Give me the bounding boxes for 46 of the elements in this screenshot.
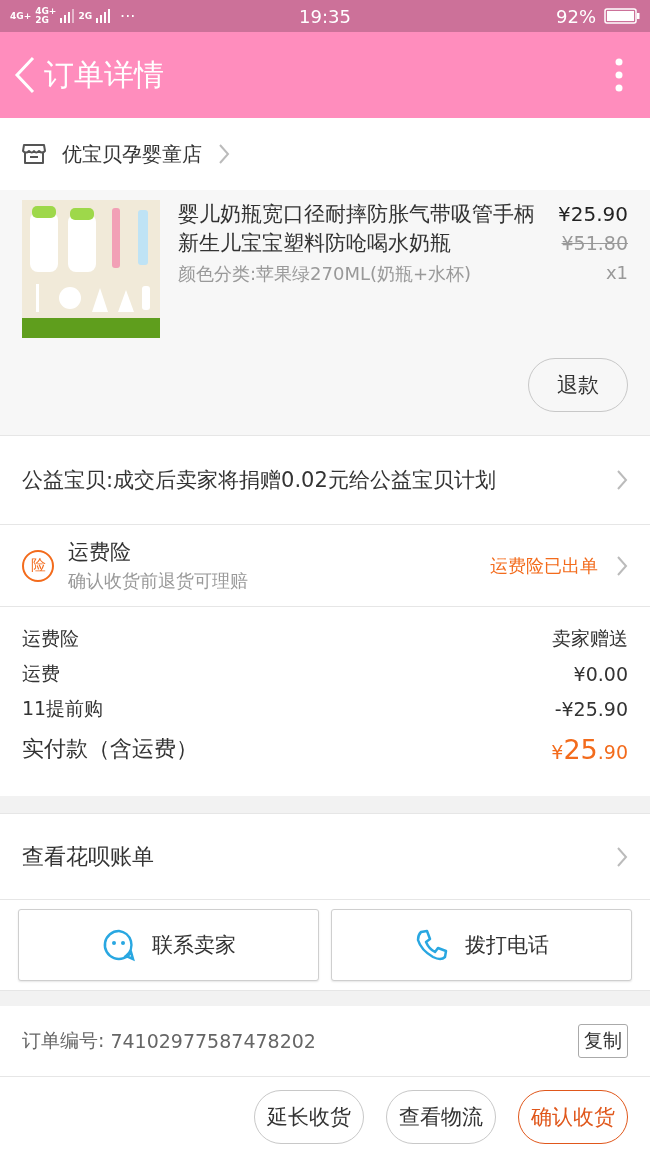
network-label: 4G+ [10, 11, 32, 21]
chevron-right-icon [616, 469, 628, 491]
network-label: 2G [78, 11, 93, 21]
bill-link[interactable]: 查看花呗账单 [22, 841, 154, 872]
order-number-label: 订单编号: [22, 1028, 105, 1053]
battery-icon [604, 8, 640, 24]
contact-button[interactable]: 联系卖家 [18, 909, 319, 981]
chat-bubble-icon [101, 928, 136, 962]
call-button[interactable]: 拨打电话 [331, 909, 632, 981]
cost-label: 运费 [22, 660, 60, 686]
total-label: 实付款（含运费） [22, 735, 198, 763]
signal-icon [60, 9, 75, 23]
more-indicator: ··· [120, 6, 136, 26]
insurance-subtitle: 确认收货前退货可理赔 [68, 568, 249, 593]
chevron-right-icon [218, 143, 230, 165]
signal-icon [96, 9, 111, 23]
product-title[interactable]: 婴儿奶瓶宽口径耐摔防胀气带吸管手柄新生儿宝宝塑料防呛喝水奶瓶 [178, 200, 535, 258]
store-name[interactable]: 优宝贝孕婴童店 [62, 140, 202, 168]
more-menu-icon[interactable] [614, 58, 624, 92]
copy-button[interactable]: 复制 [578, 1024, 628, 1058]
insurance-title: 运费险 [68, 538, 132, 566]
product-variant: 颜色分类:苹果绿270ML(奶瓶+水杯) [178, 262, 473, 286]
original-price: ¥51.80 [560, 231, 628, 256]
chevron-right-icon [616, 845, 628, 868]
order-number: 74102977587478202 [110, 1030, 317, 1052]
clock-time: 19:35 [299, 5, 351, 27]
action-button[interactable]: 查看物流 [386, 1090, 496, 1144]
back-icon[interactable] [14, 56, 36, 94]
product-price: ¥25.90 [557, 201, 628, 228]
network-label: 2G [35, 16, 50, 25]
product-quantity: x1 [604, 262, 628, 283]
action-button[interactable]: 延长收货 [254, 1090, 364, 1144]
cost-label: 11提前购 [22, 695, 104, 721]
battery-percent: 92% [556, 5, 596, 27]
cost-value: 卖家赠送 [552, 625, 628, 651]
phone-icon [414, 928, 449, 962]
chevron-right-icon [616, 554, 628, 577]
cost-label: 运费险 [22, 625, 79, 651]
total-amount: ¥25.90 [551, 733, 628, 765]
page-title: 订单详情 [44, 55, 165, 94]
network-label: 4G+ [35, 7, 57, 16]
store-icon [22, 143, 46, 165]
confirm-receipt-button[interactable]: 确认收货 [518, 1090, 628, 1144]
cost-value: ¥0.00 [573, 662, 628, 685]
insurance-badge: 险 [22, 549, 54, 582]
cost-value: -¥25.90 [554, 697, 628, 720]
